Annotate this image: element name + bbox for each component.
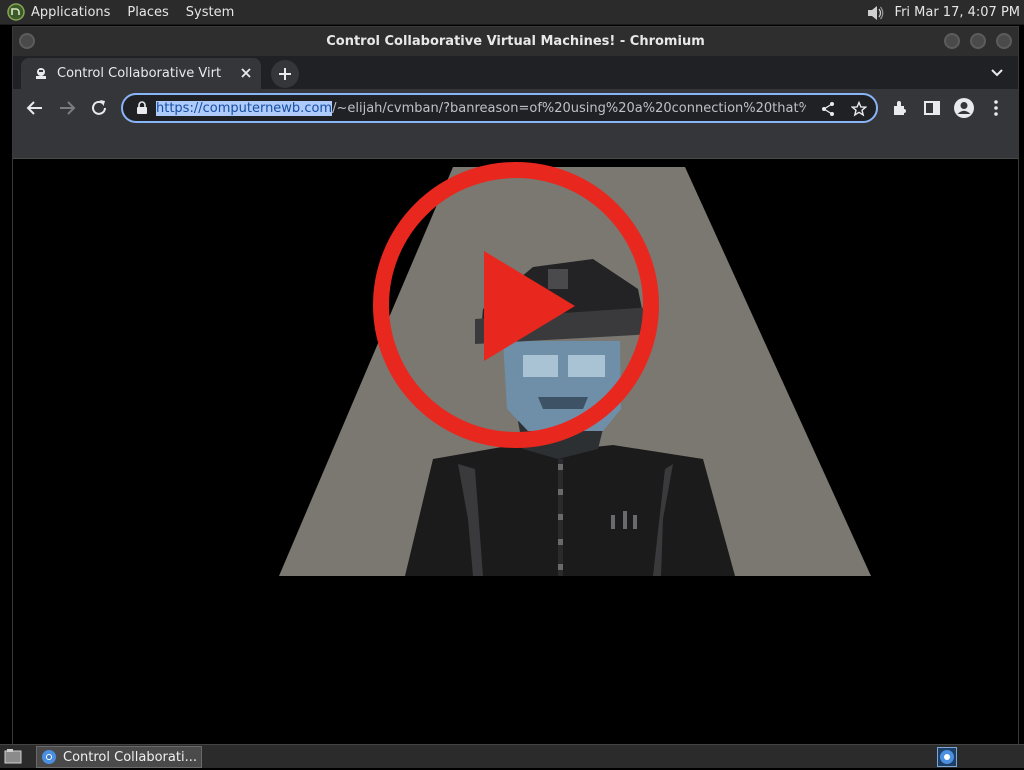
system-menu[interactable]: System bbox=[186, 5, 234, 20]
page-favicon bbox=[36, 67, 46, 79]
new-tab-button[interactable] bbox=[271, 60, 299, 88]
lock-icon[interactable] bbox=[135, 101, 149, 115]
coat bbox=[405, 445, 735, 576]
taskbar-label: Control Collaborati... bbox=[63, 749, 197, 765]
places-menu[interactable]: Places bbox=[127, 5, 168, 20]
applications-menu[interactable]: Applications bbox=[31, 5, 110, 20]
taskbar-chromium-window[interactable]: Control Collaborati... bbox=[36, 746, 202, 768]
browser-window: Control Collaborative Virtual Machines! … bbox=[12, 26, 1019, 746]
workspace-switcher[interactable] bbox=[937, 747, 957, 767]
show-desktop-icon[interactable] bbox=[4, 748, 22, 765]
url-text[interactable]: https://computernewb.com/~elijah/cvmban/… bbox=[156, 100, 806, 116]
video-poster[interactable] bbox=[13, 159, 1018, 745]
browser-toolbar: https://computernewb.com/~elijah/cvmban/… bbox=[13, 89, 1018, 127]
profile-icon[interactable] bbox=[953, 97, 975, 119]
side-panel-icon[interactable] bbox=[922, 98, 942, 118]
tab-search-chevron-icon[interactable] bbox=[990, 66, 1004, 80]
maximize-button[interactable] bbox=[970, 33, 986, 49]
minimize-button[interactable] bbox=[944, 33, 960, 49]
back-icon[interactable] bbox=[25, 98, 45, 118]
reload-icon[interactable] bbox=[89, 98, 109, 118]
close-window-button[interactable] bbox=[996, 33, 1012, 49]
forward-icon[interactable] bbox=[57, 98, 77, 118]
star-icon[interactable] bbox=[851, 101, 867, 117]
window-menu-button[interactable] bbox=[19, 33, 35, 49]
plus-icon bbox=[279, 68, 291, 80]
chromium-icon bbox=[940, 750, 954, 764]
address-bar[interactable]: https://computernewb.com/~elijah/cvmban/… bbox=[121, 93, 878, 123]
tab-label: Control Collaborative Virtual M bbox=[57, 66, 222, 81]
top-panel: Applications Places System Fri Mar 17, 4… bbox=[0, 0, 1024, 25]
clock[interactable]: Fri Mar 17, 4:07 PM bbox=[895, 5, 1020, 20]
tab-strip: Control Collaborative Virtual M bbox=[13, 56, 1018, 89]
volume-icon[interactable] bbox=[865, 3, 885, 23]
extensions-icon[interactable] bbox=[890, 98, 910, 118]
close-tab-icon[interactable] bbox=[239, 66, 253, 80]
menu-icon[interactable] bbox=[986, 98, 1006, 118]
bottom-panel: Control Collaborati... bbox=[0, 744, 1024, 768]
url-host: https://computernewb.com bbox=[156, 100, 333, 116]
bookmark-bar bbox=[13, 127, 1018, 159]
share-icon[interactable] bbox=[820, 101, 836, 117]
window-titlebar[interactable]: Control Collaborative Virtual Machines! … bbox=[13, 27, 1018, 56]
url-path: /~elijah/cvmban/?banreason=of%20using%20… bbox=[332, 100, 806, 116]
tab-active[interactable]: Control Collaborative Virtual M bbox=[21, 58, 261, 89]
window-title: Control Collaborative Virtual Machines! … bbox=[326, 34, 705, 49]
chromium-icon bbox=[42, 750, 56, 764]
page-content bbox=[13, 159, 1018, 745]
mate-menu-icon[interactable] bbox=[7, 3, 25, 21]
